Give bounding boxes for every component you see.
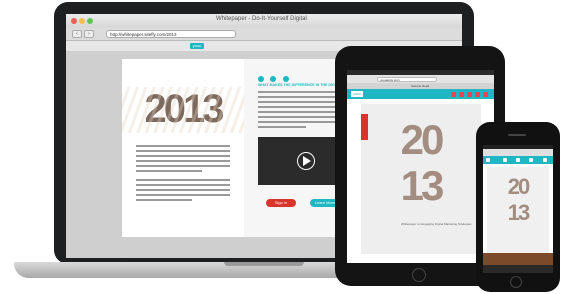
share-icon[interactable] [516,158,520,162]
phone-home-button[interactable] [510,276,522,288]
phone-app-bar [483,156,553,164]
phone-screen: 20 13 [483,145,553,273]
phone-year-bottom: 13 [507,200,530,225]
tablet-year-top: 20 [400,116,445,163]
laptop-notch [224,262,304,266]
close-window-button[interactable] [71,18,77,24]
browser-toolbar: ‹ › http://whitepaper.sitefly.com/2013 [66,28,462,41]
left-page: 2013 [122,59,244,237]
phone-year-top: 20 [507,174,530,199]
play-triangle-icon [303,156,311,166]
menu-icon[interactable] [543,158,547,162]
tablet-screen: yuuuapps.com Sample Read yuuu 20 13 Whit… [347,70,494,263]
search-icon[interactable] [503,158,507,162]
phone-speaker [508,134,526,136]
browser-title: Whitepaper - Do-It-Yourself Digital [216,16,307,22]
bookmark-icon[interactable] [529,158,533,162]
twitter-icon[interactable] [270,76,277,82]
tablet-app-logo[interactable]: yuuu [351,91,363,97]
phone-browser-nav [483,265,553,273]
menu-icon[interactable] [475,91,480,97]
tablet-app-bar: yuuu [347,89,494,99]
tablet-browser-toolbar: yuuuapps.com [347,75,494,83]
tablet-page: 20 13 Whitepaper on Engaging Digital Mar… [361,104,481,254]
phone-address-bar[interactable] [483,149,553,156]
sign-in-button[interactable]: Sign in [266,199,296,207]
browser-titlebar: Whitepaper - Do-It-Yourself Digital [66,14,462,28]
bookmark-icon[interactable] [467,91,472,97]
phone-page: 20 13 [487,167,549,253]
zoom-window-button[interactable] [87,18,93,24]
tablet-caption: Whitepaper on Engaging Digital Marketing… [401,222,472,226]
search-icon[interactable] [451,91,456,97]
phone-footer-image [483,253,553,265]
tablet-address-bar[interactable]: yuuuapps.com [377,76,437,82]
share-icon[interactable] [459,91,464,97]
tablet-home-button[interactable] [412,268,426,282]
minimize-window-button[interactable] [79,18,85,24]
photo-collage-overlay [122,87,244,133]
home-icon[interactable] [486,158,490,162]
forward-button[interactable]: › [84,30,94,38]
tablet-tab[interactable]: Sample Read [411,84,429,88]
linkedin-icon[interactable] [282,76,289,82]
address-bar[interactable]: http://whitepaper.sitefly.com/2013 [106,30,236,38]
facebook-icon[interactable] [258,76,264,82]
app-logo[interactable]: yuuu [190,43,204,49]
close-icon[interactable] [483,91,488,97]
body-text-block [136,145,230,204]
back-button[interactable]: ‹ [72,30,82,38]
tablet-year-bottom: 13 [400,162,445,209]
